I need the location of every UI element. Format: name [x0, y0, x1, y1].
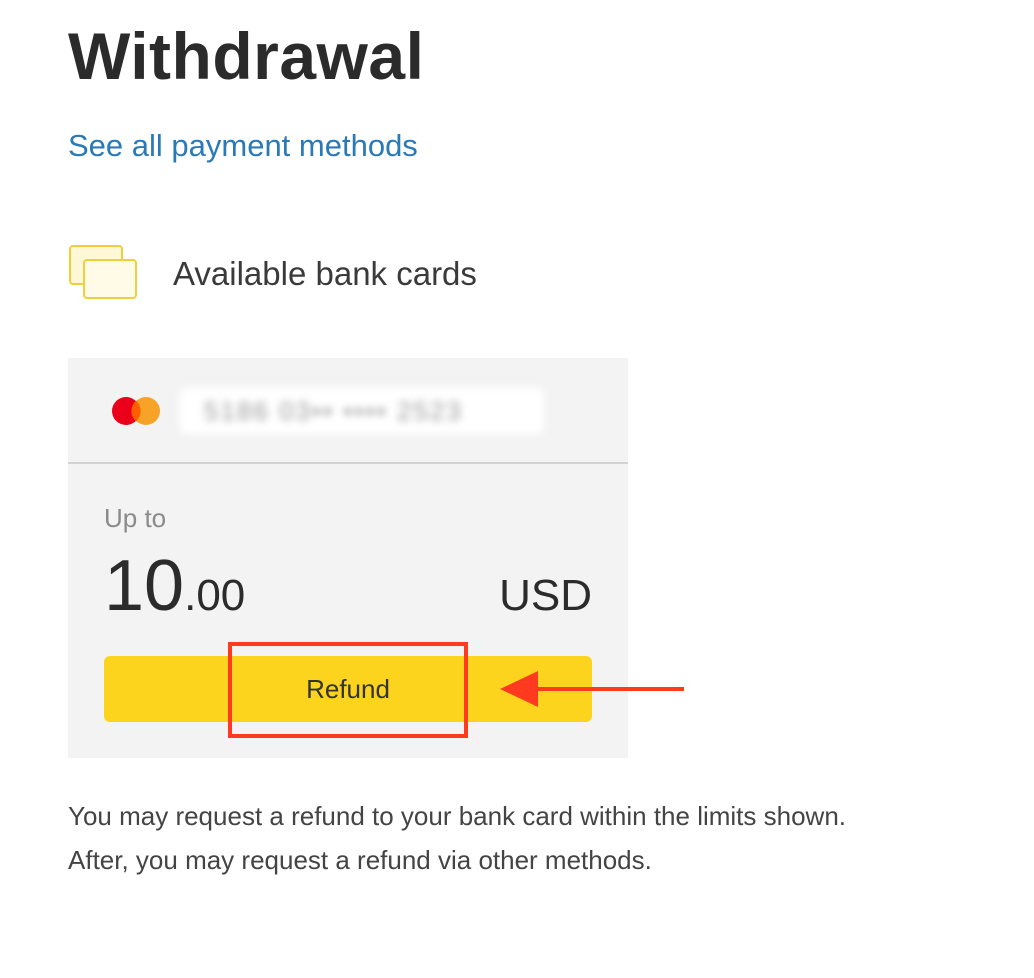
- available-cards-label: Available bank cards: [173, 255, 477, 292]
- see-all-payment-methods-link[interactable]: See all payment methods: [68, 126, 418, 166]
- refund-note-line-1: You may request a refund to your bank ca…: [68, 801, 847, 831]
- cards-icon: [68, 244, 140, 304]
- refund-note-line-2: After, you may request a refund via othe…: [68, 845, 652, 875]
- refund-button[interactable]: Refund: [104, 656, 592, 722]
- card-row[interactable]: 5186 03•• •••• 2523: [68, 358, 628, 464]
- bank-card-panel: 5186 03•• •••• 2523 Up to 10.00 USD Refu…: [68, 358, 628, 758]
- card-number-masked: 5186 03•• •••• 2523: [180, 388, 544, 434]
- available-cards-heading: Available bank cards: [68, 244, 477, 304]
- amount-decimal: .00: [184, 571, 246, 620]
- withdrawal-limit-amount: 10.00: [104, 546, 245, 646]
- mastercard-icon: [110, 395, 164, 427]
- limit-label: Up to: [104, 503, 167, 533]
- currency-code: USD: [499, 571, 592, 620]
- refund-note: You may request a refund to your bank ca…: [68, 794, 1008, 882]
- amount-integer: 10: [104, 546, 185, 626]
- page-title: Withdrawal: [68, 19, 425, 93]
